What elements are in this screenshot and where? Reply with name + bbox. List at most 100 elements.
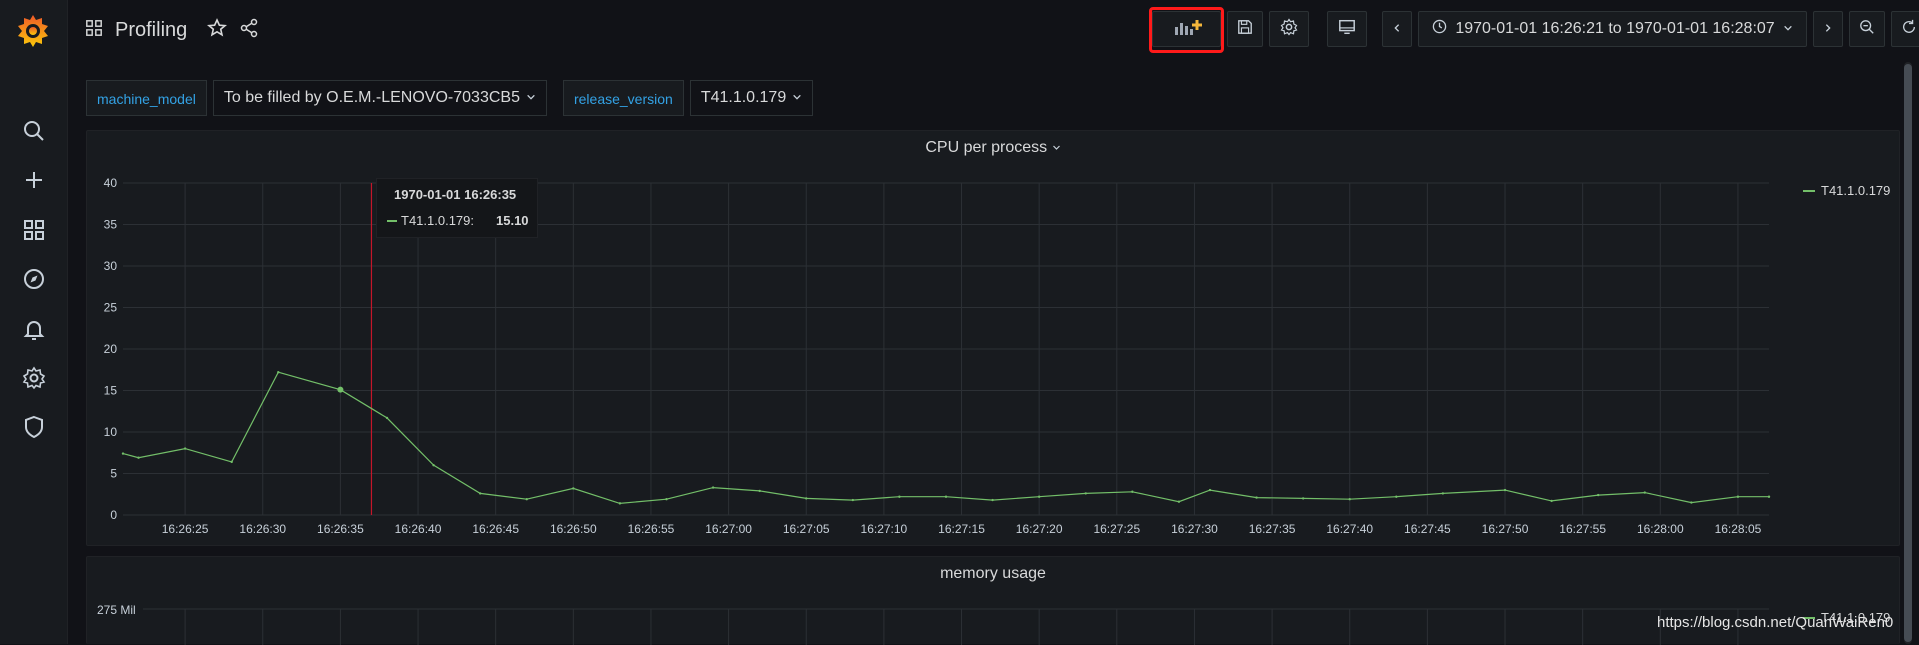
y-tick-label: 10 [104,425,118,439]
clock-icon [1432,19,1447,39]
time-forward-button[interactable] [1813,11,1843,47]
page-scrollbar[interactable] [1904,62,1912,644]
variable-value-release-version: T41.1.0.179 [700,89,787,106]
data-point [1550,499,1553,503]
tooltip-time: 1970-01-01 16:26:35 [394,187,517,202]
variable-label-release-version: release_version [562,80,684,116]
grafana-logo-icon[interactable] [14,12,52,50]
tv-mode-button[interactable] [1327,11,1367,47]
x-tick-label: 16:27:05 [783,522,830,536]
data-point [1503,488,1507,492]
data-point [1596,493,1600,497]
share-icon[interactable] [239,18,259,43]
memory-y-tick: 275 Mil [97,603,136,617]
x-tick-label: 16:27:35 [1249,522,1296,536]
variable-value-machine-model: To be filled by O.E.M.-LENOVO-7033CB5 [223,89,520,106]
data-point [944,495,948,498]
y-tick-label: 5 [110,467,117,481]
star-icon[interactable] [207,18,228,43]
explore-compass-icon[interactable] [20,265,48,293]
chevron-down-icon [526,80,536,116]
data-point [1084,492,1087,495]
shield-icon[interactable] [20,413,48,441]
data-point [1348,498,1351,501]
x-tick-label: 16:27:30 [1171,522,1218,536]
data-point [572,487,575,490]
x-tick-label: 16:26:45 [472,522,519,536]
x-tick-label: 16:26:25 [162,522,209,536]
data-point [385,416,389,420]
chevron-down-icon [1783,20,1793,38]
x-tick-label: 16:26:35 [317,522,364,536]
monitor-icon [1338,18,1356,41]
create-plus-icon[interactable] [20,166,48,194]
dashboards-icon[interactable] [20,216,48,244]
x-tick-label: 16:27:55 [1559,522,1606,536]
refresh-button[interactable] [1891,11,1919,47]
data-point [1037,495,1041,498]
x-tick-label: 16:27:15 [938,522,985,536]
watermark: https://blog.csdn.net/QuanWaiRen0 [1657,614,1894,631]
y-tick-label: 40 [104,176,118,190]
x-tick-label: 16:27:25 [1093,522,1140,536]
configuration-gear-icon[interactable] [20,364,48,392]
zoom-out-icon [1859,19,1875,40]
chevron-left-icon [1392,20,1402,38]
time-back-button[interactable] [1382,11,1412,47]
data-point [1255,496,1258,499]
x-tick-label: 16:26:50 [550,522,597,536]
refresh-icon [1901,19,1917,40]
search-icon[interactable] [20,117,48,145]
variable-select-release-version[interactable]: T41.1.0.179 [689,80,814,116]
highlight-box [1149,7,1224,53]
data-point [991,498,994,502]
x-tick-label: 16:27:50 [1482,522,1529,536]
y-tick-label: 0 [110,508,117,522]
memory-chart[interactable] [87,557,1901,645]
x-tick-label: 16:27:45 [1404,522,1451,536]
dashboard-title[interactable]: Profiling [115,19,187,42]
data-point [1690,501,1693,504]
x-tick-label: 16:27:20 [1016,522,1063,536]
scrollbar-thumb[interactable] [1904,64,1912,642]
data-point [1441,492,1445,495]
data-point [1301,497,1305,500]
legend-swatch [1803,189,1815,192]
zoom-out-button[interactable] [1849,11,1885,47]
x-tick-label: 16:26:40 [395,522,442,536]
data-point [618,502,622,505]
series-line [122,371,1769,505]
data-point [478,492,482,495]
tooltip-series-row: T41.1.0.179: [387,213,474,228]
dashboard-title-area: Profiling [85,18,259,43]
variable-label-machine-model: machine_model [86,80,207,116]
data-point [230,460,233,464]
x-tick-label: 16:26:30 [239,522,286,536]
chevron-down-icon [792,80,802,116]
data-point [1208,488,1212,492]
cpu-chart[interactable]: 0 5 10 15 20 25 30 35 40 16:26:25 16:26:30 16:26:35… [87,131,1901,547]
cpu-legend-item[interactable]: T41.1.0.179 [1803,183,1890,198]
save-dashboard-button[interactable] [1227,11,1263,47]
variable-select-machine-model[interactable]: To be filled by O.E.M.-LENOVO-7033CB5 [212,80,547,116]
dashboard-settings-button[interactable] [1269,11,1309,47]
x-tick-label: 16:26:55 [628,522,675,536]
time-range-picker[interactable]: 1970-01-01 16:26:21 to 1970-01-01 16:28:… [1418,11,1807,47]
alerting-bell-icon[interactable] [20,315,48,343]
data-point [898,495,901,498]
data-point [805,497,808,500]
hover-point [337,386,344,393]
time-range-label: 1970-01-01 16:26:21 to 1970-01-01 16:28:… [1455,20,1775,37]
chart-tooltip: 1970-01-01 16:26:35 T41.1.0.179: 15.10 [376,178,538,238]
memory-panel: memory usage 275 Mil T41.1.0.179 [86,556,1901,645]
data-point [137,456,140,459]
data-point [1395,495,1398,498]
y-tick-label: 25 [104,301,118,315]
legend-label: T41.1.0.179 [1821,183,1891,198]
data-point [1736,495,1740,498]
tooltip-value: 15.10 [496,213,529,228]
data-point [758,489,761,493]
data-point [665,498,668,501]
data-point [851,498,855,502]
